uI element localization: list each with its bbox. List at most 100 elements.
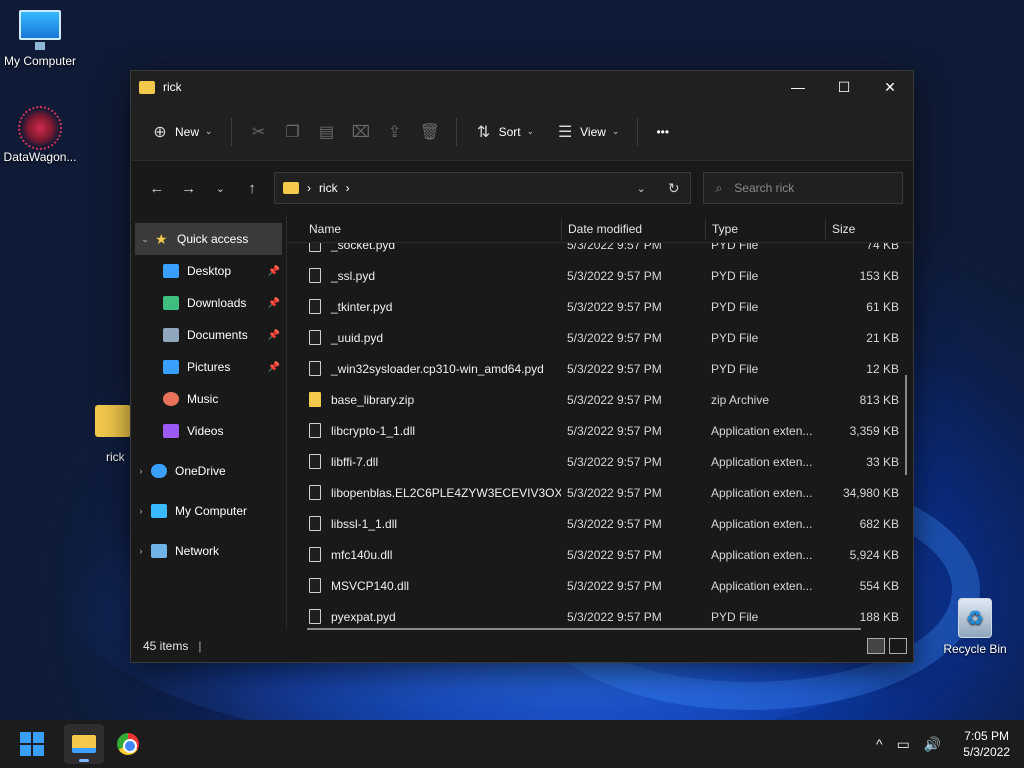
file-explorer-window: rick — ☐ ✕ ⊕ New ⌄ ✂ ❐ ▤ ⌧ ⇪ 🗑 ⇅ Sort ⌄ … bbox=[130, 70, 914, 663]
chevron-right-icon[interactable]: › bbox=[131, 466, 151, 476]
chevron-down-icon: ⌄ bbox=[205, 126, 213, 136]
nav-item-videos[interactable]: Videos bbox=[131, 415, 286, 447]
delete-button[interactable]: 🗑 bbox=[412, 116, 446, 148]
folder-icon bbox=[139, 80, 155, 94]
file-size: 12 KB bbox=[866, 361, 899, 376]
search-input[interactable]: ⌕ Search rick bbox=[702, 172, 903, 204]
column-date-label: Date modified bbox=[568, 221, 643, 236]
share-button[interactable]: ⇪ bbox=[378, 116, 412, 148]
file-date: 5/3/2022 9:57 PM bbox=[567, 268, 662, 283]
address-bar[interactable]: › rick › ⌄ ↻ bbox=[273, 172, 691, 204]
chevron-down-icon[interactable]: ⌄ bbox=[135, 234, 155, 245]
picture-icon bbox=[163, 360, 179, 374]
more-options-button[interactable]: ••• bbox=[648, 116, 677, 148]
chrome-taskbar-button[interactable] bbox=[108, 724, 148, 764]
list-view-icon: ☰ bbox=[557, 123, 573, 141]
minimize-button[interactable]: — bbox=[775, 71, 821, 103]
new-button[interactable]: ⊕ New ⌄ bbox=[143, 116, 221, 148]
chevron-right-icon[interactable]: › bbox=[131, 546, 151, 556]
file-icon bbox=[309, 299, 321, 314]
nav-item-music[interactable]: Music bbox=[131, 383, 286, 415]
view-label: View bbox=[580, 124, 606, 139]
details-view-button[interactable] bbox=[867, 638, 885, 654]
desktop-icon-recycle-bin[interactable]: ♻ Recycle Bin bbox=[935, 598, 1015, 656]
nav-my-computer[interactable]: › My Computer bbox=[131, 495, 286, 527]
tiles-view-button[interactable] bbox=[889, 638, 907, 654]
table-row[interactable]: libopenblas.EL2C6PLE4ZYW3ECEVIV3OX... 5/3… bbox=[287, 477, 913, 508]
forward-button[interactable]: → bbox=[173, 180, 205, 197]
rename-button[interactable]: ⌧ bbox=[344, 116, 378, 148]
nav-item-desktop[interactable]: Desktop 📌 bbox=[131, 255, 286, 287]
table-row[interactable]: _ssl.pyd 5/3/2022 9:57 PM PYD File 153 KB bbox=[287, 260, 913, 291]
table-row[interactable]: libcrypto-1_1.dll 5/3/2022 9:57 PM Applica… bbox=[287, 415, 913, 446]
file-explorer-icon bbox=[72, 735, 96, 753]
file-type: PYD File bbox=[711, 330, 759, 345]
refresh-icon[interactable]: ↻ bbox=[668, 180, 680, 197]
nav-item-pictures[interactable]: Pictures 📌 bbox=[131, 351, 286, 383]
table-row[interactable]: base_library.zip 5/3/2022 9:57 PM zip Arch… bbox=[287, 384, 913, 415]
dll-file-icon bbox=[309, 485, 321, 500]
up-button[interactable]: ↑ bbox=[236, 180, 268, 197]
title-bar[interactable]: rick — ☐ ✕ bbox=[131, 71, 913, 103]
nav-item-downloads[interactable]: Downloads 📌 bbox=[131, 287, 286, 319]
dll-file-icon bbox=[309, 423, 321, 438]
close-button[interactable]: ✕ bbox=[867, 71, 913, 103]
table-row[interactable]: _win32sysloader.cp310-win_amd64.pyd 5/3/2… bbox=[287, 353, 913, 384]
nav-quick-access[interactable]: ⌄ ★ Quick access bbox=[135, 223, 282, 255]
file-type: Application exten... bbox=[711, 578, 813, 593]
chevron-up-icon[interactable]: ^ bbox=[876, 736, 883, 752]
sort-button[interactable]: ⇅ Sort ⌄ bbox=[467, 116, 543, 148]
chevron-right-icon[interactable]: › bbox=[131, 506, 151, 516]
table-row[interactable]: libssl-1_1.dll 5/3/2022 9:57 PM Applicatio… bbox=[287, 508, 913, 539]
pin-icon: 📌 bbox=[267, 361, 280, 373]
file-name: _ssl.pyd bbox=[331, 268, 376, 283]
column-size[interactable]: Size bbox=[825, 218, 899, 239]
nav-item-documents[interactable]: Documents 📌 bbox=[131, 319, 286, 351]
table-row[interactable]: _uuid.pyd 5/3/2022 9:57 PM PYD File 21 KB bbox=[287, 322, 913, 353]
desktop-icon-label: rick bbox=[106, 450, 125, 464]
file-name: libopenblas.EL2C6PLE4ZYW3ECEVIV3OX... bbox=[331, 485, 561, 500]
desktop-folder-icon[interactable] bbox=[95, 405, 131, 437]
pin-icon: 📌 bbox=[267, 297, 280, 309]
volume-icon[interactable]: 🔊 bbox=[924, 736, 941, 753]
table-row[interactable]: MSVCP140.dll 5/3/2022 9:57 PM Application … bbox=[287, 570, 913, 601]
system-tray: ^ ▭ 🔊 7:05 PM 5/3/2022 bbox=[876, 720, 1010, 768]
nav-network[interactable]: › Network bbox=[131, 535, 286, 567]
desktop-icon-datawagon[interactable]: DataWagon... bbox=[0, 106, 80, 164]
column-type[interactable]: Type bbox=[705, 218, 825, 239]
toolbar-divider bbox=[455, 117, 457, 146]
file-type: PYD File bbox=[711, 268, 759, 283]
network-icon[interactable]: ▭ bbox=[897, 736, 910, 753]
main-content: ⌄ ★ Quick access Desktop 📌 Downloads 📌 D… bbox=[131, 215, 913, 632]
scissors-icon: ✂ bbox=[251, 123, 266, 141]
share-icon: ⇪ bbox=[387, 123, 402, 141]
paste-button[interactable]: ▤ bbox=[310, 116, 344, 148]
file-date: 5/3/2022 9:57 PM bbox=[567, 516, 662, 531]
file-size: 3,359 KB bbox=[849, 423, 899, 438]
table-row[interactable]: _tkinter.pyd 5/3/2022 9:57 PM PYD File 61 K… bbox=[287, 291, 913, 322]
back-button[interactable]: ← bbox=[141, 180, 173, 197]
breadcrumb-path[interactable]: rick bbox=[319, 181, 338, 195]
desktop-icon-my-computer[interactable]: My Computer bbox=[0, 10, 80, 68]
zip-file-icon bbox=[309, 392, 321, 407]
recent-locations-button[interactable]: ⌄ bbox=[204, 182, 236, 195]
nav-label: Documents bbox=[187, 328, 248, 342]
start-button[interactable] bbox=[20, 732, 44, 756]
clock[interactable]: 7:05 PM 5/3/2022 bbox=[963, 728, 1010, 760]
nav-label: Quick access bbox=[177, 232, 249, 246]
copy-button[interactable]: ❐ bbox=[276, 116, 310, 148]
table-row[interactable]: libffi-7.dll 5/3/2022 9:57 PM Application … bbox=[287, 446, 913, 477]
nav-onedrive[interactable]: › OneDrive bbox=[131, 455, 286, 487]
table-row[interactable]: mfc140u.dll 5/3/2022 9:57 PM Application e… bbox=[287, 539, 913, 570]
column-date-modified[interactable]: Date modified bbox=[561, 218, 705, 239]
vertical-scrollbar[interactable] bbox=[905, 375, 907, 475]
file-date: 5/3/2022 9:57 PM bbox=[567, 299, 662, 314]
item-count: 45 items bbox=[143, 639, 189, 653]
maximize-button[interactable]: ☐ bbox=[821, 71, 867, 103]
view-button[interactable]: ☰ View ⌄ bbox=[548, 116, 627, 148]
cut-button[interactable]: ✂ bbox=[242, 116, 276, 148]
datawagon-icon bbox=[18, 106, 62, 150]
column-name[interactable]: Name ^ bbox=[309, 215, 561, 236]
address-dropdown-icon[interactable]: ⌄ bbox=[637, 182, 646, 195]
file-explorer-taskbar-button[interactable] bbox=[64, 724, 104, 764]
